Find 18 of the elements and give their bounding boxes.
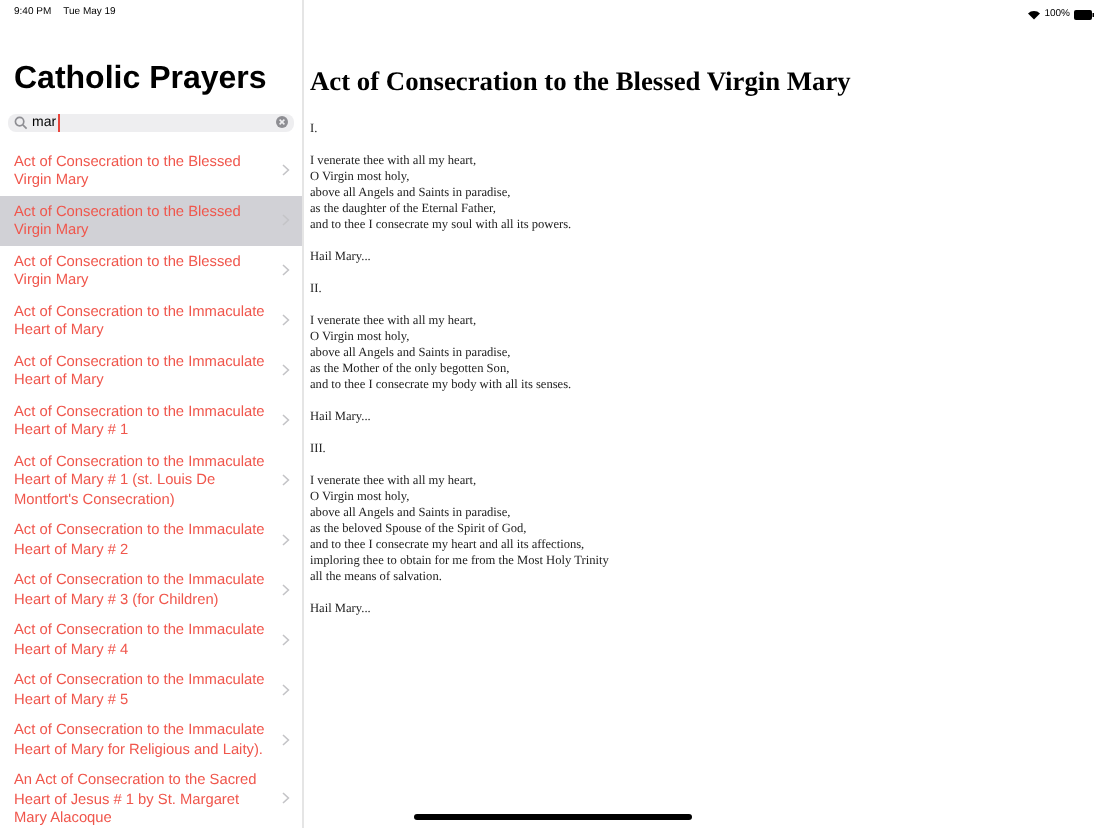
chevron-right-icon (282, 164, 290, 176)
chevron-right-icon (282, 533, 290, 545)
wifi-icon (1028, 10, 1041, 20)
chevron-right-icon (282, 683, 290, 695)
sidebar-title: Catholic Prayers (14, 59, 269, 99)
prayer-heading: Act of Consecration to the Blessed Virgin Mary (310, 66, 853, 98)
chevron-right-icon (282, 733, 290, 745)
search-icon (14, 115, 28, 129)
chevron-right-icon (282, 364, 290, 376)
chevron-right-icon (282, 473, 290, 486)
clear-icon[interactable] (276, 116, 288, 128)
chevron-right-icon (282, 414, 290, 426)
chevron-right-icon (282, 264, 290, 276)
battery-icon (1074, 10, 1094, 20)
chevron-right-icon (282, 633, 290, 645)
chevron-right-icon (282, 583, 290, 595)
chevron-right-icon (282, 792, 290, 805)
chevron-right-icon (282, 314, 290, 326)
